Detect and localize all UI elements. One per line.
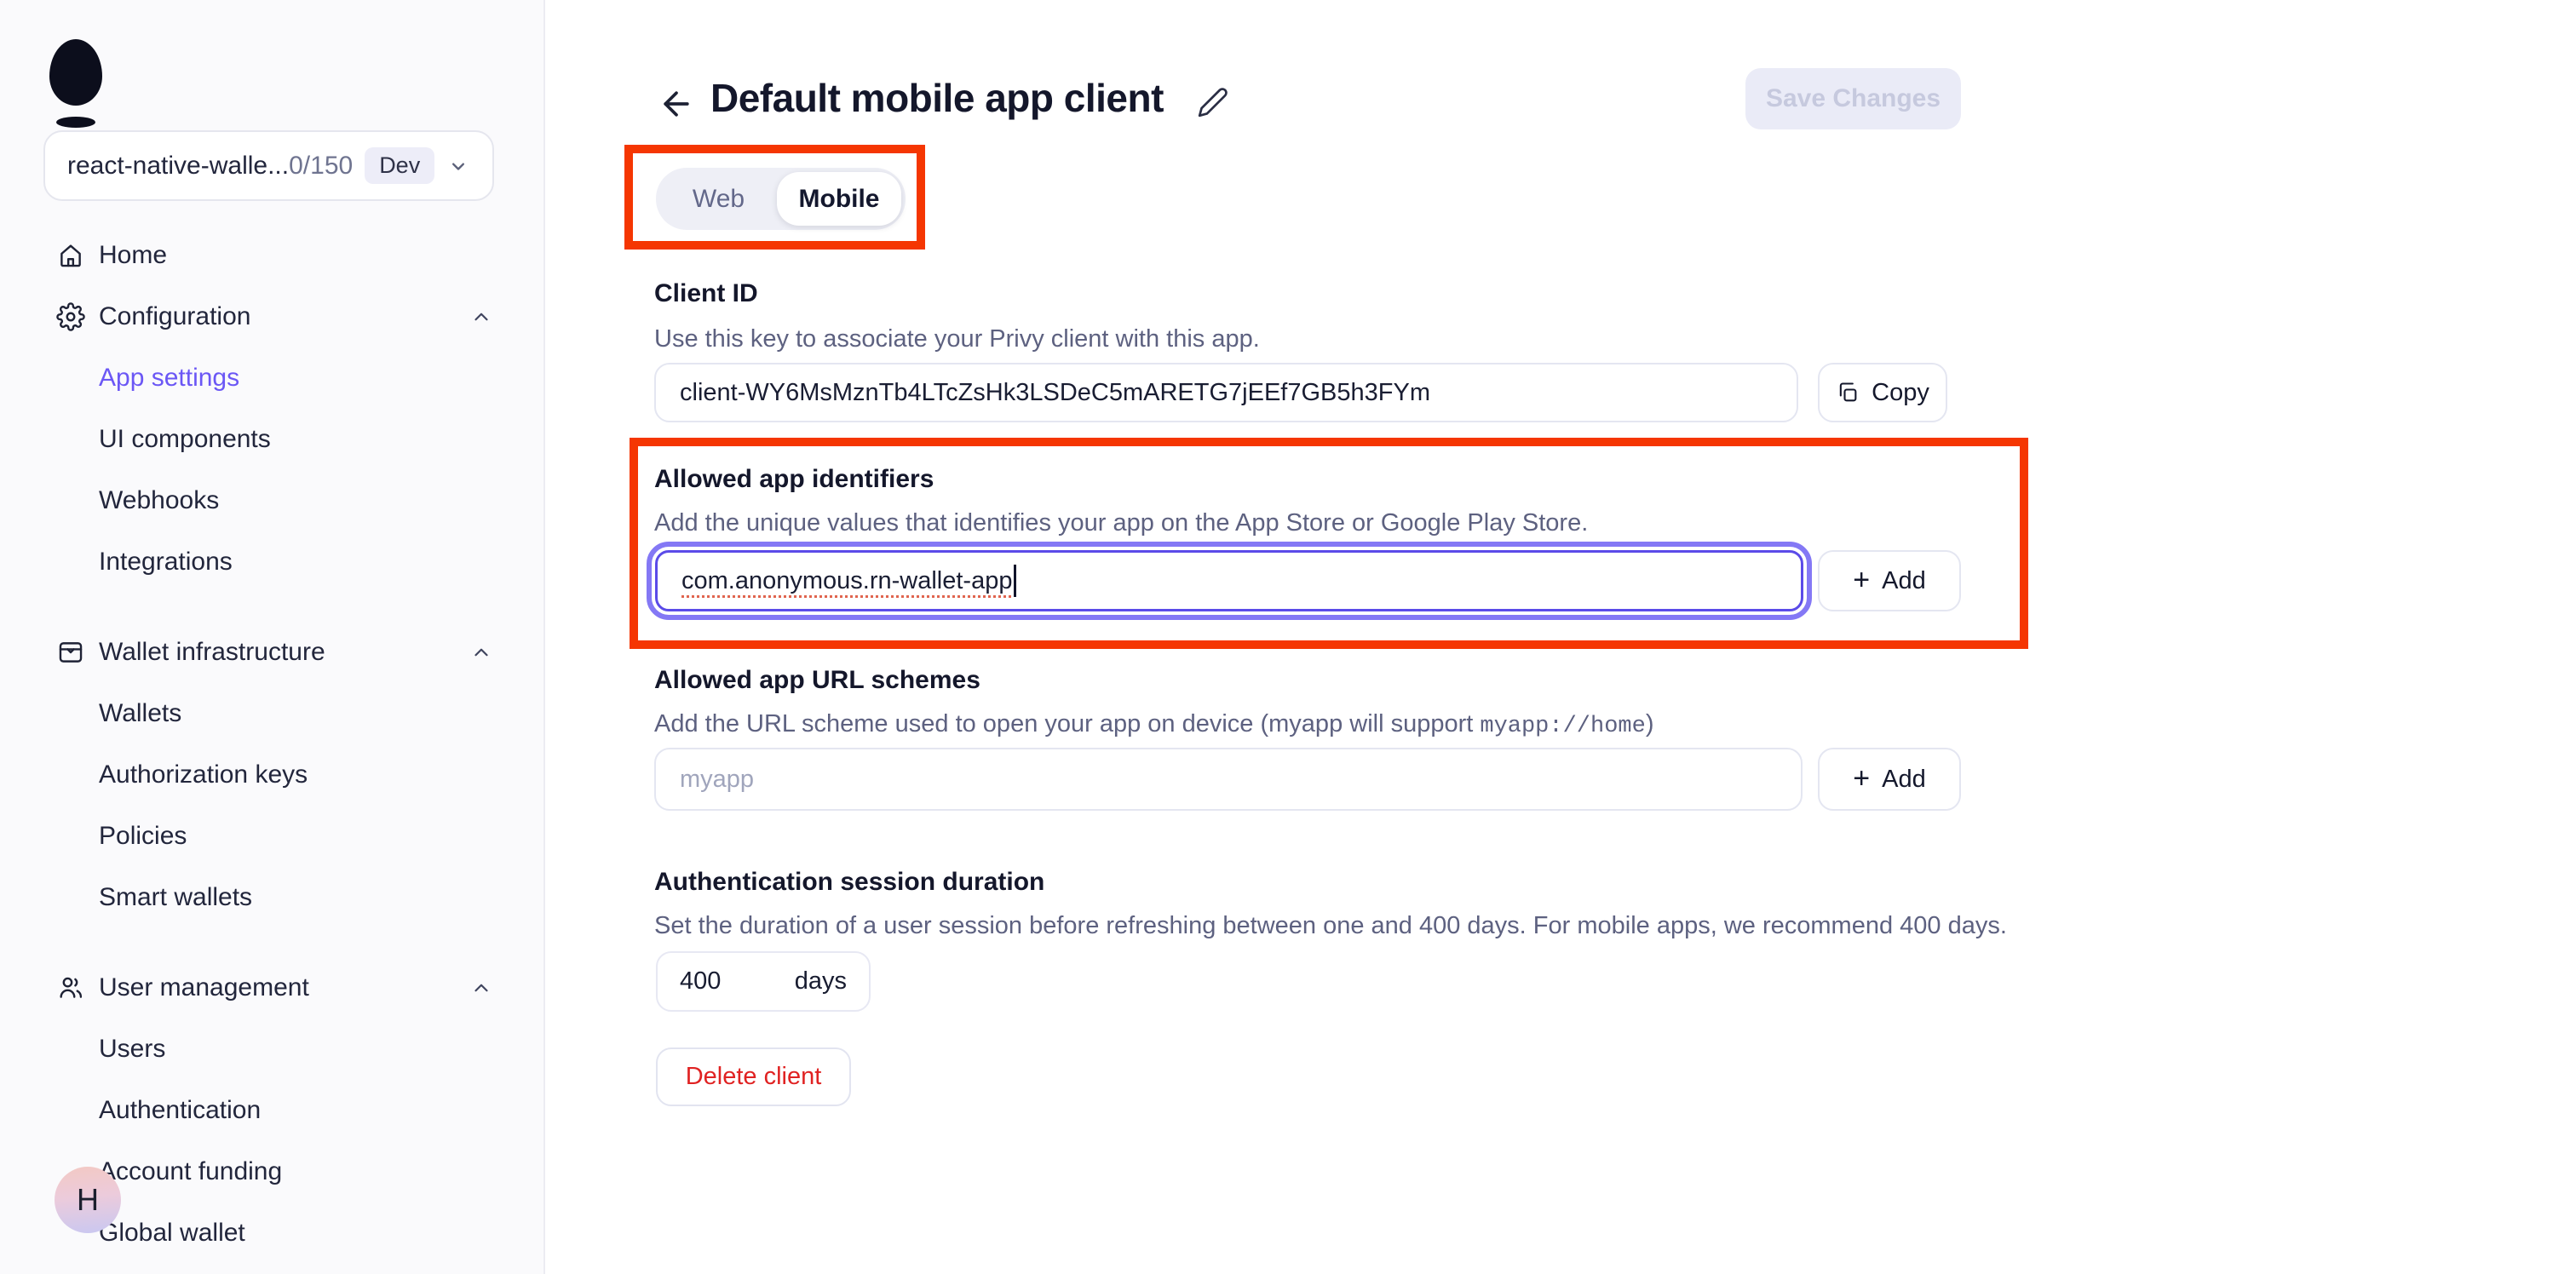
plus-icon: + <box>1853 764 1870 793</box>
project-name: react-native-walle... <box>67 152 289 181</box>
sidebar-item-authorization-keys[interactable]: Authorization keys <box>0 744 543 806</box>
sidebar-item-home[interactable]: Home <box>0 225 543 286</box>
copy-icon <box>1836 381 1860 405</box>
home-icon <box>56 241 85 270</box>
sidebar-item-app-settings[interactable]: App settings <box>0 347 543 409</box>
copy-label: Copy <box>1872 379 1929 407</box>
app-identifier-input[interactable]: com.anonymous.rn-wallet-app <box>655 550 1803 611</box>
session-duration-label: Authentication session duration <box>654 868 1044 897</box>
sidebar-item-webhooks[interactable]: Webhooks <box>0 470 543 531</box>
sidebar: react-native-walle...0/150 Dev Home Conf… <box>0 0 545 1274</box>
sidebar-item-user-management[interactable]: User management <box>0 957 543 1019</box>
platform-segmented-control: Web Mobile <box>656 168 906 230</box>
sidebar-item-label: Policies <box>99 822 187 851</box>
add-url-scheme-button[interactable]: + Add <box>1818 748 1961 811</box>
sidebar-item-label: Integrations <box>99 548 233 577</box>
sidebar-item-label: Wallets <box>99 699 181 728</box>
chevron-up-icon <box>470 977 492 999</box>
pencil-icon <box>1197 86 1229 118</box>
project-selector[interactable]: react-native-walle...0/150 Dev <box>43 130 494 201</box>
sidebar-item-label: User management <box>99 973 309 1002</box>
delete-client-button[interactable]: Delete client <box>656 1047 851 1106</box>
url-schemes-description-text: Add the URL scheme used to open your app… <box>654 710 1480 737</box>
sidebar-item-integrations[interactable]: Integrations <box>0 531 543 593</box>
arrow-left-icon <box>658 85 695 123</box>
chevron-up-icon <box>470 306 492 328</box>
env-badge: Dev <box>365 147 434 184</box>
sidebar-item-label: Global wallet <box>99 1219 245 1248</box>
session-duration-field: days <box>656 951 871 1012</box>
privy-logo <box>49 39 102 106</box>
project-usage: 0/150 <box>289 152 353 181</box>
back-button[interactable] <box>654 82 699 126</box>
url-scheme-example: myapp://home <box>1480 714 1645 739</box>
add-label: Add <box>1882 567 1926 595</box>
wallet-icon <box>56 638 85 667</box>
add-label: Add <box>1882 766 1926 794</box>
sidebar-item-wallet-infrastructure[interactable]: Wallet infrastructure <box>0 622 543 683</box>
add-app-identifier-button[interactable]: + Add <box>1818 550 1961 611</box>
sidebar-item-wallets[interactable]: Wallets <box>0 683 543 744</box>
session-duration-input[interactable] <box>680 967 748 996</box>
page-title: Default mobile app client <box>710 75 1164 121</box>
sidebar-item-label: Wallet infrastructure <box>99 638 325 667</box>
session-duration-description: Set the duration of a user session befor… <box>654 912 2007 940</box>
sidebar-item-label: UI components <box>99 425 271 454</box>
app-identifiers-label: Allowed app identifiers <box>654 465 934 494</box>
url-schemes-description: Add the URL scheme used to open your app… <box>654 710 1653 739</box>
copy-button[interactable]: Copy <box>1818 363 1947 422</box>
client-id-description: Use this key to associate your Privy cli… <box>654 325 1260 353</box>
sidebar-nav: Home Configuration App settings UI compo… <box>0 225 543 1264</box>
sidebar-item-policies[interactable]: Policies <box>0 806 543 867</box>
client-id-input[interactable] <box>654 363 1798 422</box>
sidebar-item-authentication[interactable]: Authentication <box>0 1080 543 1141</box>
plus-icon: + <box>1853 565 1870 594</box>
privy-logo-base <box>56 117 95 128</box>
text-caret <box>1014 565 1016 597</box>
users-icon <box>56 973 85 1002</box>
edit-title-button[interactable] <box>1193 82 1233 123</box>
sidebar-item-label: Webhooks <box>99 486 219 515</box>
chevron-down-icon <box>446 154 470 178</box>
gear-icon <box>56 302 85 331</box>
save-changes-button[interactable]: Save Changes <box>1745 68 1961 129</box>
sidebar-item-label: Home <box>99 241 167 270</box>
tab-mobile[interactable]: Mobile <box>777 172 901 226</box>
url-schemes-description-suffix: ) <box>1646 710 1654 737</box>
chevron-up-icon <box>470 641 492 663</box>
app-identifiers-description: Add the unique values that identifies yo… <box>654 509 1588 537</box>
sidebar-item-users[interactable]: Users <box>0 1019 543 1080</box>
session-duration-unit: days <box>795 967 847 996</box>
tab-web[interactable]: Web <box>660 185 777 214</box>
url-scheme-input[interactable] <box>654 748 1803 811</box>
sidebar-item-label: Users <box>99 1035 165 1064</box>
sidebar-item-smart-wallets[interactable]: Smart wallets <box>0 867 543 928</box>
sidebar-item-ui-components[interactable]: UI components <box>0 409 543 470</box>
avatar-initial: H <box>77 1182 99 1218</box>
sidebar-item-label: Configuration <box>99 302 250 331</box>
sidebar-item-label: Authentication <box>99 1096 261 1125</box>
url-schemes-label: Allowed app URL schemes <box>654 666 980 695</box>
sidebar-item-label: App settings <box>99 364 239 393</box>
user-avatar[interactable]: H <box>55 1167 121 1233</box>
sidebar-item-configuration[interactable]: Configuration <box>0 286 543 347</box>
sidebar-item-label: Smart wallets <box>99 883 252 912</box>
sidebar-item-label: Authorization keys <box>99 760 308 789</box>
sidebar-item-label: Account funding <box>99 1157 282 1186</box>
client-id-label: Client ID <box>654 279 758 308</box>
app-identifier-value: com.anonymous.rn-wallet-app <box>681 567 1012 595</box>
